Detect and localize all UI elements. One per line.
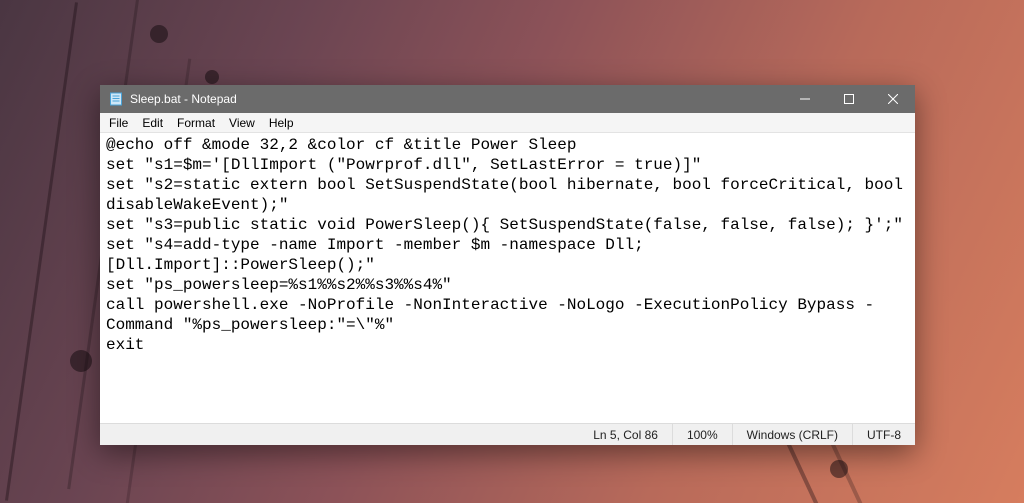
menu-edit[interactable]: Edit: [135, 115, 170, 131]
menu-view[interactable]: View: [222, 115, 262, 131]
menu-bar: File Edit Format View Help: [100, 113, 915, 133]
menu-file[interactable]: File: [102, 115, 135, 131]
notepad-icon: [108, 91, 124, 107]
minimize-button[interactable]: [783, 85, 827, 113]
status-zoom: 100%: [672, 424, 732, 445]
status-encoding: UTF-8: [852, 424, 915, 445]
maximize-button[interactable]: [827, 85, 871, 113]
status-cursor-position: Ln 5, Col 86: [579, 424, 672, 445]
close-button[interactable]: [871, 85, 915, 113]
menu-format[interactable]: Format: [170, 115, 222, 131]
window-titlebar[interactable]: Sleep.bat - Notepad: [100, 85, 915, 113]
status-line-ending: Windows (CRLF): [732, 424, 852, 445]
notepad-window: Sleep.bat - Notepad File Edit Format Vie…: [100, 85, 915, 445]
window-title: Sleep.bat - Notepad: [130, 92, 237, 106]
status-bar: Ln 5, Col 86 100% Windows (CRLF) UTF-8: [100, 423, 915, 445]
menu-help[interactable]: Help: [262, 115, 301, 131]
text-editor-area[interactable]: @echo off &mode 32,2 &color cf &title Po…: [100, 133, 915, 423]
